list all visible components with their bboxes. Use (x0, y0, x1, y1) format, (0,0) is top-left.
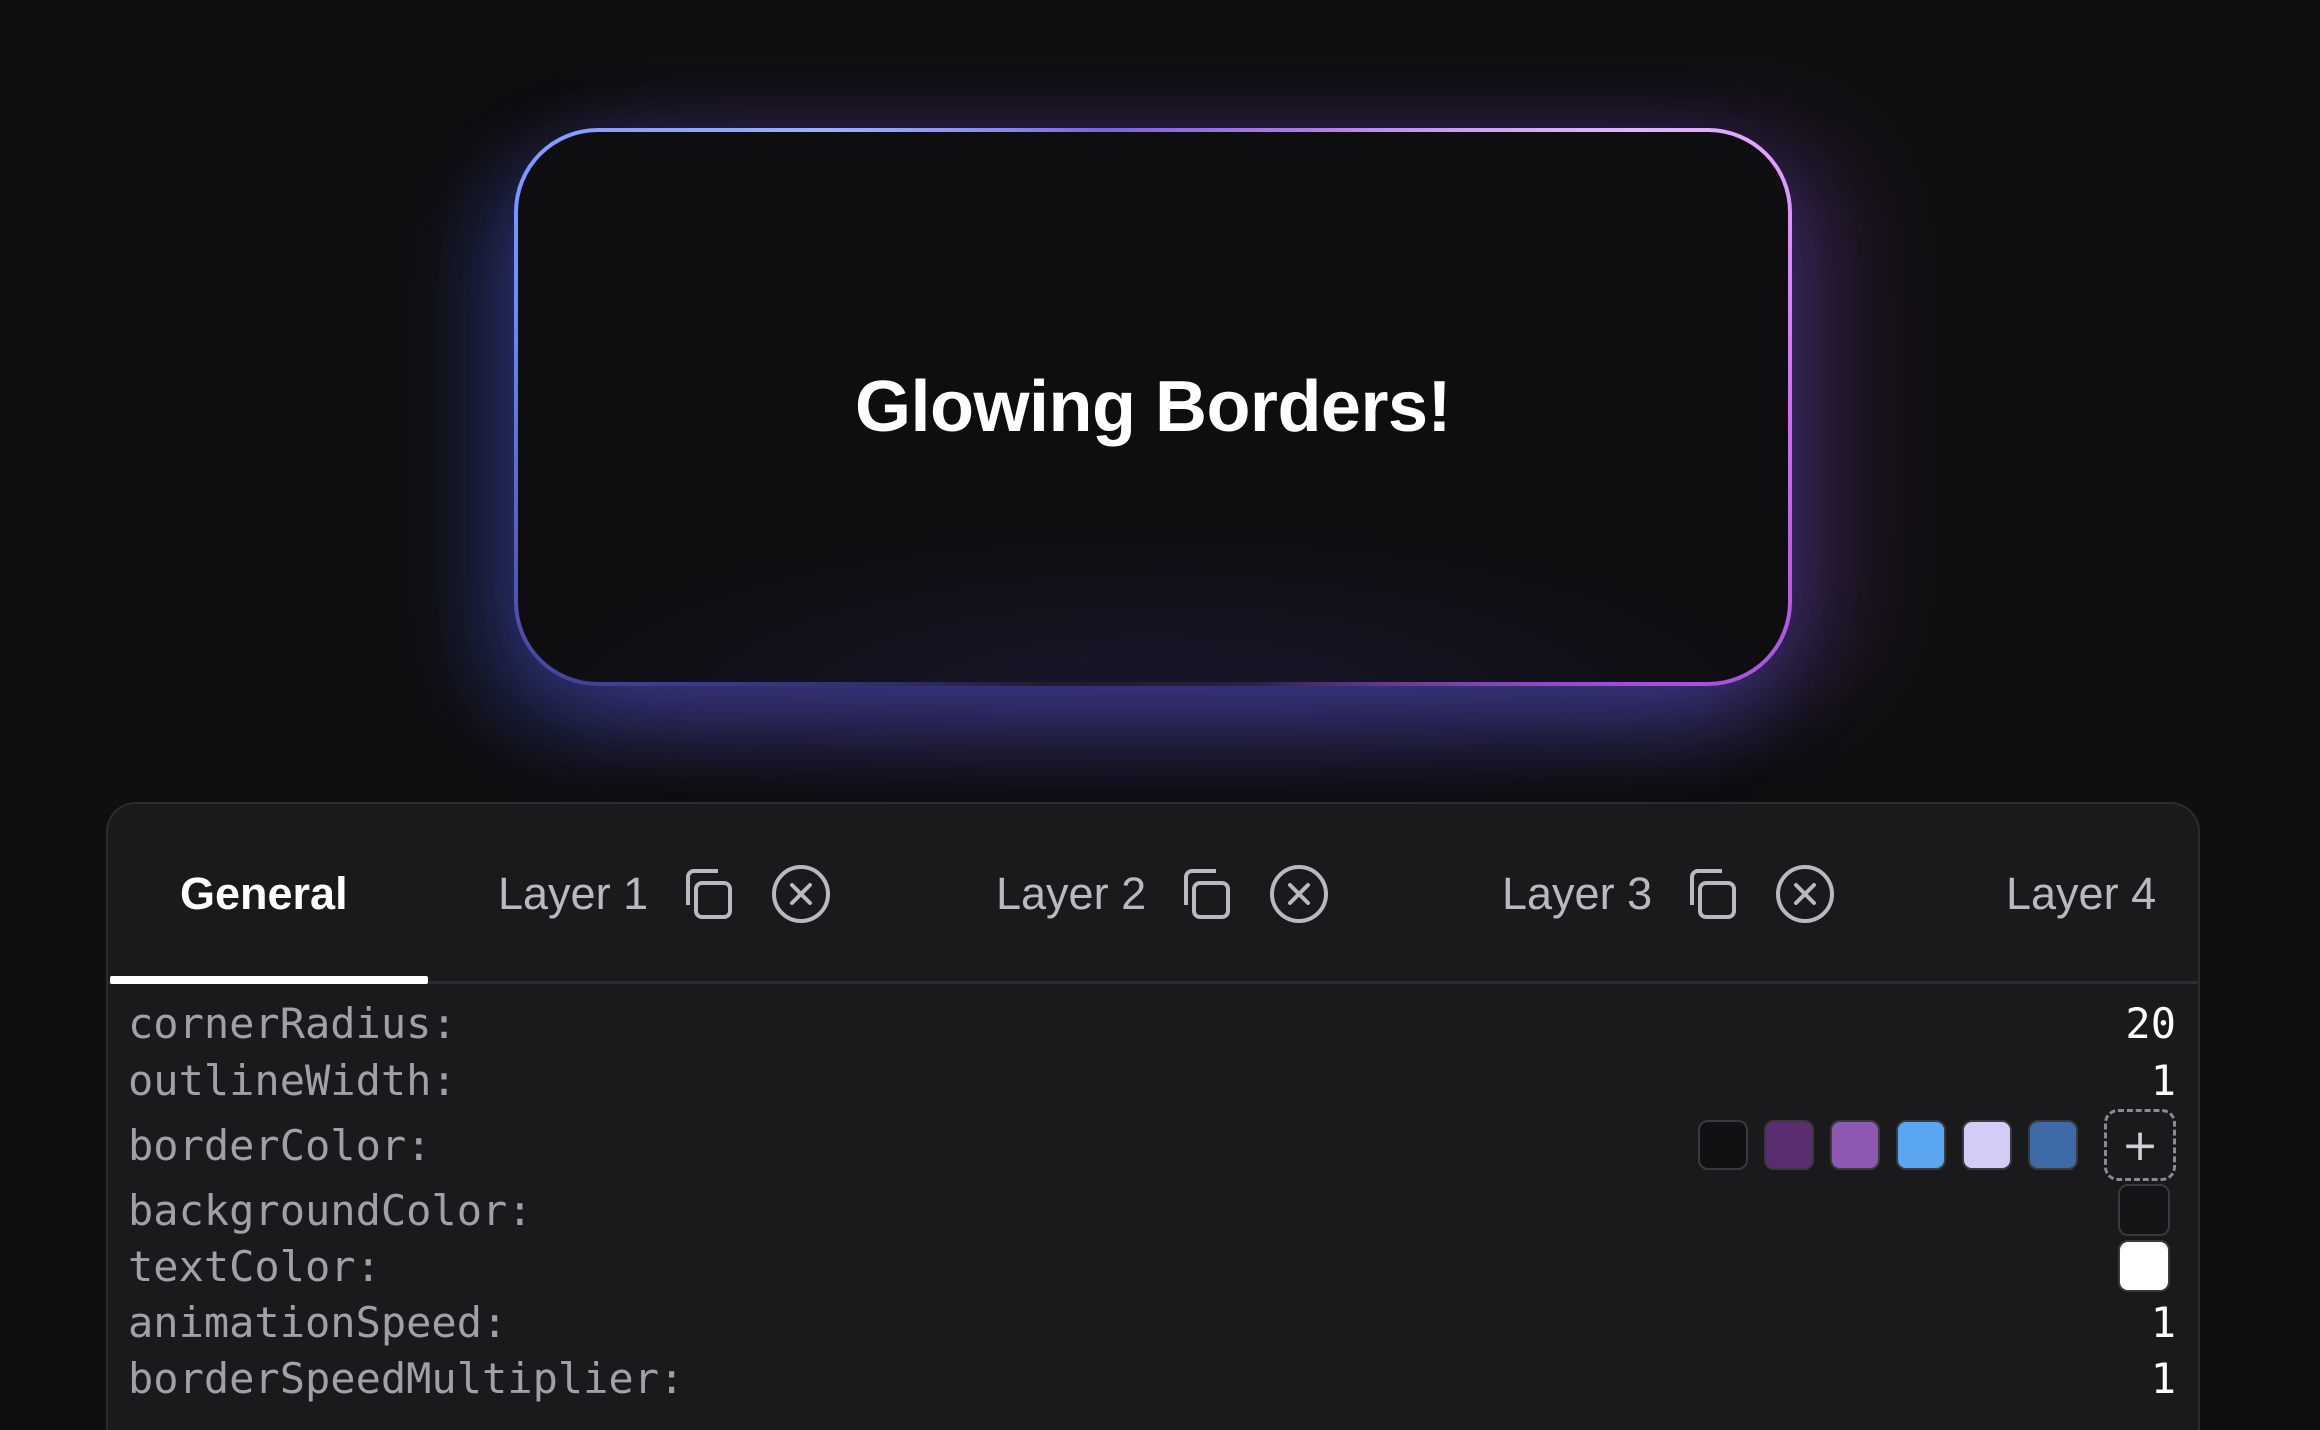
tab-layer-4-label: Layer 4 (2006, 868, 2157, 919)
tab-layer-1[interactable]: Layer 1 (498, 804, 834, 984)
color-swatch[interactable] (1896, 1120, 1946, 1170)
border-color-swatches: + (1682, 1109, 2176, 1181)
setting-label: textColor: (128, 1241, 381, 1291)
tab-layer-1-label: Layer 1 (498, 868, 649, 919)
setting-text-color: textColor: (128, 1238, 2176, 1294)
setting-corner-radius[interactable]: cornerRadius: 20 (128, 994, 2176, 1052)
setting-label: animationSpeed: (128, 1297, 508, 1347)
border-speed-multiplier-value[interactable]: 1 (2151, 1354, 2176, 1403)
tab-bar: General Layer 1 Layer 2 Layer 3 Layer 4 (108, 804, 2198, 984)
close-circle-icon[interactable] (1772, 861, 1838, 927)
color-swatch[interactable] (1698, 1120, 1748, 1170)
close-circle-icon[interactable] (768, 861, 834, 927)
setting-animation-speed[interactable]: animationSpeed: 1 (128, 1294, 2176, 1350)
setting-label: outlineWidth: (128, 1055, 457, 1105)
tab-layer-3-label: Layer 3 (1502, 868, 1653, 919)
tab-layer-4[interactable]: Layer 4 (2006, 804, 2156, 984)
settings-list: cornerRadius: 20 outlineWidth: 1 borderC… (108, 994, 2198, 1406)
corner-radius-value[interactable]: 20 (2125, 999, 2176, 1048)
setting-label: backgroundColor: (128, 1185, 533, 1235)
preview-card-body: Glowing Borders! (518, 132, 1788, 682)
text-color-swatch[interactable] (2118, 1240, 2170, 1292)
color-swatch[interactable] (2028, 1120, 2078, 1170)
color-swatch[interactable] (1764, 1120, 1814, 1170)
active-tab-indicator (110, 976, 428, 984)
duplicate-icon[interactable] (1172, 861, 1238, 927)
tab-layer-2[interactable]: Layer 2 (996, 804, 1332, 984)
preview-title: Glowing Borders! (854, 367, 1452, 447)
glow-border-preview: Glowing Borders! (514, 128, 1792, 686)
animation-speed-value[interactable]: 1 (2151, 1298, 2176, 1347)
setting-border-color: borderColor: + (128, 1108, 2176, 1182)
background-color-swatch[interactable] (2118, 1184, 2170, 1236)
setting-outline-width[interactable]: outlineWidth: 1 (128, 1052, 2176, 1108)
tab-layer-3[interactable]: Layer 3 (1502, 804, 1838, 984)
tab-general[interactable]: General (180, 804, 348, 984)
color-swatch[interactable] (1962, 1120, 2012, 1170)
setting-label: cornerRadius: (128, 998, 457, 1048)
close-circle-icon[interactable] (1266, 861, 1332, 927)
duplicate-icon[interactable] (674, 861, 740, 927)
duplicate-icon[interactable] (1678, 861, 1744, 927)
app-stage: Glowing Borders! General Layer 1 Layer 2… (0, 0, 2320, 1430)
color-swatch[interactable] (1830, 1120, 1880, 1170)
setting-label: borderSpeedMultiplier: (128, 1353, 685, 1403)
setting-background-color: backgroundColor: (128, 1182, 2176, 1238)
add-color-button[interactable]: + (2104, 1109, 2176, 1181)
setting-border-speed-multiplier[interactable]: borderSpeedMultiplier: 1 (128, 1350, 2176, 1406)
settings-panel: General Layer 1 Layer 2 Layer 3 Layer 4 … (106, 802, 2200, 1430)
outline-width-value[interactable]: 1 (2151, 1056, 2176, 1105)
tab-general-label: General (180, 868, 348, 919)
tab-layer-2-label: Layer 2 (996, 868, 1147, 919)
setting-label: borderColor: (128, 1120, 432, 1170)
